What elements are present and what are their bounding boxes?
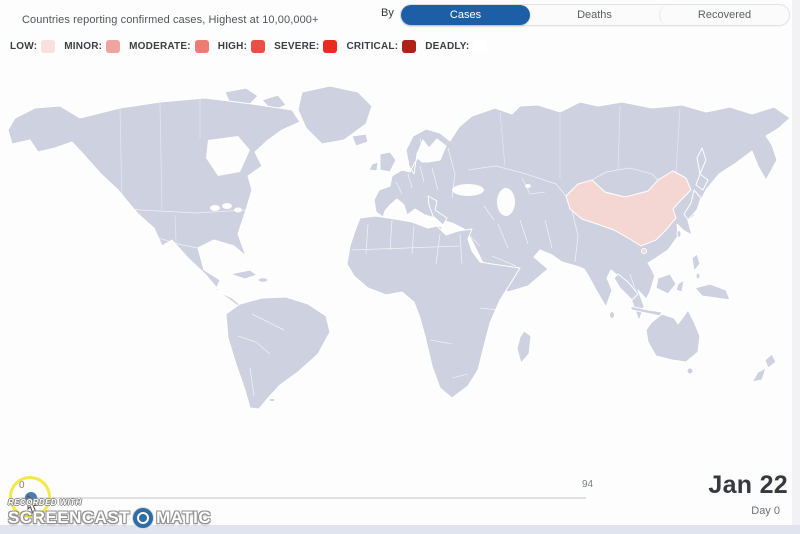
watermark-brand: SCREENCAST MATIC xyxy=(8,508,211,528)
legend-label: CRITICAL: xyxy=(346,41,398,52)
watermark-brand-left: SCREENCAST xyxy=(8,508,130,528)
legend-item-deadly: DEADLY: xyxy=(425,40,487,53)
legend-swatch-severe xyxy=(323,40,337,53)
legend-item-critical: CRITICAL: xyxy=(346,40,416,53)
countries-layer[interactable] xyxy=(8,86,790,409)
screencast-watermark: RECORDED WITH SCREENCAST MATIC xyxy=(8,498,211,528)
legend-swatch-high xyxy=(251,40,265,53)
legend-item-high: HIGH: xyxy=(218,40,265,53)
legend-swatch-moderate xyxy=(195,40,209,53)
legend-swatch-deadly xyxy=(473,40,487,53)
legend-swatch-low xyxy=(41,40,55,53)
legend-item-minor: MINOR: xyxy=(64,40,120,53)
legend-item-severe: SEVERE: xyxy=(274,40,337,53)
legend-swatch-critical xyxy=(402,40,416,53)
legend-swatch-minor xyxy=(106,40,120,53)
day-counter: Day 0 xyxy=(751,505,780,517)
world-map[interactable] xyxy=(0,78,800,478)
severity-legend: LOW: MINOR: MODERATE: HIGH: SEVERE: CRIT… xyxy=(10,39,496,54)
watermark-brand-right: MATIC xyxy=(156,508,211,528)
legend-item-moderate: MODERATE: xyxy=(129,40,209,53)
legend-label: SEVERE: xyxy=(274,41,319,52)
by-label: By xyxy=(381,7,394,19)
screencast-o-matic-logo-icon xyxy=(133,508,153,528)
tab-deaths[interactable]: Deaths xyxy=(530,5,659,25)
tab-cases[interactable]: Cases xyxy=(401,5,530,25)
scrollbar-track[interactable] xyxy=(792,0,800,534)
legend-label: LOW: xyxy=(10,41,37,52)
legend-label: MINOR: xyxy=(64,41,102,52)
timeline-max-label: 94 xyxy=(582,479,593,490)
metric-tab-group: Cases Deaths Recovered xyxy=(400,4,790,26)
tab-recovered[interactable]: Recovered xyxy=(659,5,789,25)
legend-label: HIGH: xyxy=(218,41,247,52)
legend-label: MODERATE: xyxy=(129,41,191,52)
current-date: Jan 22 xyxy=(708,471,788,500)
legend-label: DEADLY: xyxy=(425,41,469,52)
page-title: Countries reporting confirmed cases, Hig… xyxy=(22,14,319,26)
watermark-recorded-with: RECORDED WITH xyxy=(8,498,211,507)
legend-item-low: LOW: xyxy=(10,40,55,53)
